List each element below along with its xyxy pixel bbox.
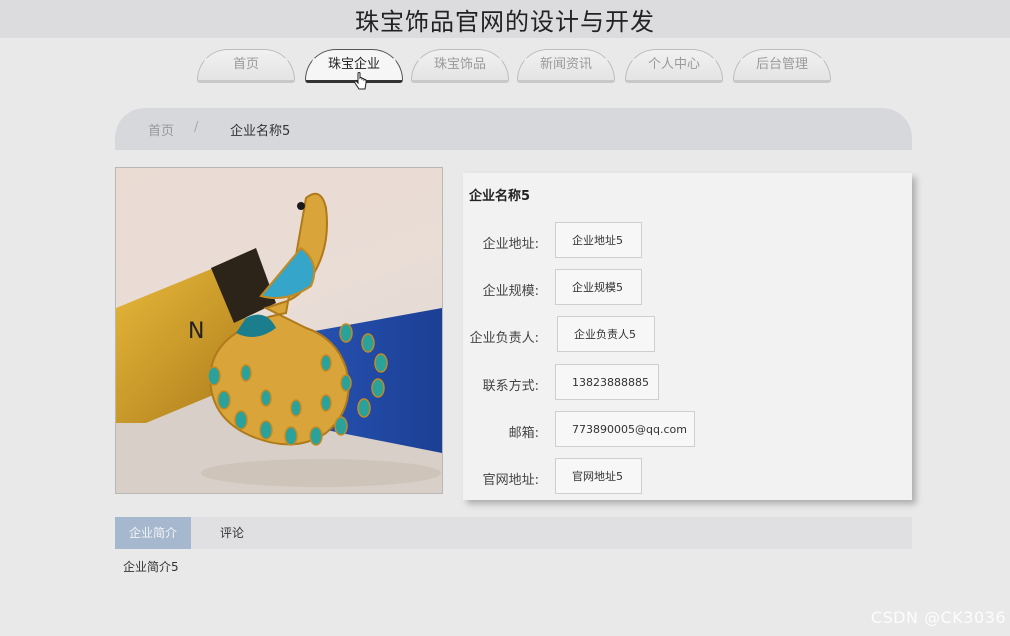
scale-label: 企业规模: [482,284,539,299]
nav-item-user-center[interactable]: 个人中心 [625,49,723,83]
scale-value: 企业规模5 [555,269,642,305]
breadcrumb-current: 企业名称5 [230,124,291,139]
nav-item-jewelry-products[interactable]: 珠宝饰品 [411,49,509,83]
email-label: 邮箱: [508,426,539,441]
main-nav: 首页 珠宝企业 珠宝饰品 新闻资讯 个人中心 后台管理 [0,49,1010,83]
website-value: 官网地址5 [555,458,642,494]
nav-item-admin[interactable]: 后台管理 [733,49,831,83]
site-header: 珠宝饰品官网的设计与开发 [0,0,1010,38]
breadcrumb: 首页 / 企业名称5 [115,108,912,150]
company-detail-card: 企业名称5 企业地址: 企业地址5 企业规模: 企业规模5 企业负责人: 企业负… [463,173,912,500]
contact-label: 联系方式: [482,379,539,394]
svg-text:N: N [188,319,204,344]
website-label: 官网地址: [482,473,539,488]
contact-value: 13823888885 [555,364,659,400]
site-title: 珠宝饰品官网的设计与开发 [355,8,655,36]
peacock-brooch-image: N [116,192,442,493]
nav-item-home[interactable]: 首页 [197,49,295,83]
address-label: 企业地址: [482,237,539,252]
breadcrumb-home-link[interactable]: 首页 [148,120,174,139]
breadcrumb-separator: / [194,120,199,135]
manager-value: 企业负责人5 [557,316,655,352]
tab-company-intro[interactable]: 企业简介 [115,517,191,549]
watermark: CSDN @CK3036 [870,608,1006,627]
company-name-title: 企业名称5 [469,189,531,204]
nav-item-news[interactable]: 新闻资讯 [517,49,615,83]
manager-label: 企业负责人: [469,331,539,346]
hand-cursor-icon [354,72,367,90]
email-value: 773890005@qq.com [555,411,695,447]
address-value: 企业地址5 [555,222,642,258]
detail-tabs: 企业简介 评论 [115,517,912,549]
tab-content-text: 企业简介5 [123,560,179,574]
tab-comments[interactable]: 评论 [207,517,257,549]
company-image: N [115,167,443,494]
